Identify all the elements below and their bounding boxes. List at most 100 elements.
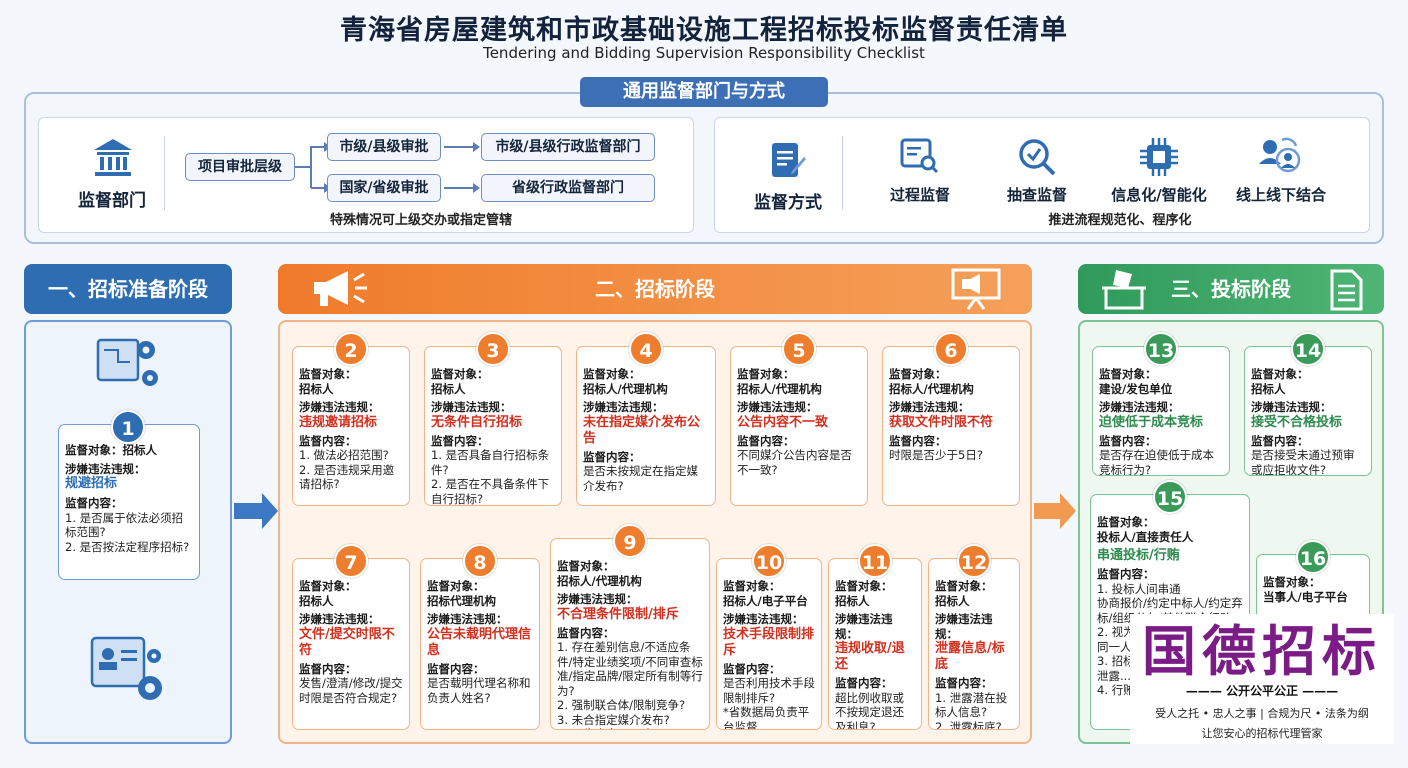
item-number-9: 9 <box>613 524 647 558</box>
item-number-14: 14 <box>1291 332 1325 366</box>
content-line: 发售/澄清/修改/提交时限是否符合规定? <box>299 676 403 705</box>
content-line: 是否载明代理名称和负责人姓名? <box>427 676 531 705</box>
content-line: 超比例收取或不按规定退还及利息? <box>835 690 904 730</box>
document-edit-icon <box>772 143 806 177</box>
content-label: 监督内容： <box>557 625 615 640</box>
content-line: 是否利用技术手段限制排斥? <box>723 676 815 705</box>
violation-value: 未在指定媒介发布公告 <box>583 414 701 446</box>
violation-label: 涉嫌违法违规： <box>431 400 512 414</box>
content-label: 监督内容： <box>1097 567 1155 581</box>
arrow <box>311 183 331 193</box>
item-card-3: 监督对象： 招标人 涉嫌违法违规： 无条件自行招标 监督内容： 1. 是否具备自行招标条件… <box>424 346 562 506</box>
item-number-1: 1 <box>111 410 145 444</box>
violation-label: 涉嫌违法违规： <box>935 612 993 641</box>
violation-label: 涉嫌违法违规： <box>299 400 380 414</box>
method-note: 推进流程规范化、程序化 <box>1048 213 1192 228</box>
content-line: 是否接受未通过预审或应拒收文件? <box>1251 448 1355 476</box>
obj-label: 监督对象： <box>299 579 357 593</box>
violation-value: 公告未载明代理信息 <box>427 626 532 658</box>
watermark-motto: ——— 公开公平公正 ——— <box>1185 684 1339 698</box>
obj-value: 招标人 <box>835 593 870 608</box>
violation-value: 迫使低于成本竞标 <box>1099 414 1204 430</box>
method-4: 线上线下结合 <box>1235 186 1326 204</box>
violation-value: 泄露信息/标底 <box>935 641 1005 672</box>
presentation-board-icon <box>951 268 1001 310</box>
content-line: 3. 未合指定媒介发布? <box>557 712 670 727</box>
content-label: 监督内容： <box>1099 433 1157 448</box>
city-dept-pill: 市级/县级行政监督部门 <box>481 133 655 161</box>
item-card-7: 监督对象： 招标人 涉嫌违法违规： 文件/提交时限不符 监督内容： 发售/澄清/修改/提交… <box>292 558 410 730</box>
arrow <box>444 142 480 152</box>
content-label: 监督内容： <box>299 661 357 676</box>
content-label: 监督内容： <box>299 433 357 448</box>
arrow <box>311 142 331 152</box>
obj-value: 当事人/电子平台 <box>1263 589 1348 604</box>
content-label: 监督内容： <box>583 449 641 464</box>
content-label: 监督内容： <box>1251 433 1309 448</box>
content-label: 监督内容： <box>889 433 947 448</box>
violation-value: 无条件自行招标 <box>431 414 523 430</box>
item-card-10: 监督对象： 招标人/电子平台 涉嫌违法违规： 技术手段限制排斥 监督内容： 是否利用技术手… <box>716 558 822 730</box>
obj-value: 建设/发包单位 <box>1099 381 1173 396</box>
obj-value: 招标人/代理机构 <box>583 381 668 396</box>
item-number-8: 8 <box>463 544 497 578</box>
violation-label: 涉嫌违法违规： <box>557 592 638 606</box>
item-card-8: 监督对象： 招标代理机构 涉嫌违法违规： 公告未载明代理信息 监督内容： 是否载明代理名称… <box>420 558 540 730</box>
content-label: 监督内容： <box>427 661 485 676</box>
item-number-2: 2 <box>334 332 368 366</box>
obj-label: 监督对象： <box>583 367 641 381</box>
item-number-4: 4 <box>629 332 663 366</box>
content-label: 监督内容： <box>431 433 489 448</box>
obj-label: 监督对象： <box>557 559 615 573</box>
content-label: 监督内容： <box>935 676 993 690</box>
obj-value: 投标人/直接责任人 <box>1097 529 1194 544</box>
divider <box>164 136 165 210</box>
content-line: 2. 强制联合体/限制竞争? <box>557 698 686 712</box>
chip-icon <box>1140 138 1178 176</box>
content-line: 不同媒介公告内容是否不一致? <box>737 448 852 477</box>
violation-value: 违规邀请招标 <box>299 414 378 430</box>
content-line: 2. 是否在不具备条件下自行招标? <box>431 477 550 506</box>
dept-label: 监督部门 <box>78 191 146 211</box>
item-number-11: 11 <box>858 544 892 578</box>
content-line: 2. 是否违规采用邀请招标? <box>299 462 395 492</box>
online-offline-people-icon <box>1259 137 1301 173</box>
violation-value: 公告内容不一致 <box>737 414 829 430</box>
flow-arrow <box>234 503 262 519</box>
branch-connector <box>295 166 311 168</box>
violation-label: 涉嫌违法违规： <box>1099 400 1180 414</box>
content-line: 是否存在迫使低于成本竞标行为? <box>1099 448 1214 476</box>
megaphone-icon <box>314 271 367 306</box>
method-label: 监督方式 <box>754 193 822 213</box>
method-2: 抽查监督 <box>1006 186 1067 204</box>
profile-gears-icon <box>90 636 162 700</box>
document-icon <box>1330 269 1363 311</box>
item-number-3: 3 <box>476 332 510 366</box>
divider <box>842 136 843 210</box>
violation-value: 获取文件时限不符 <box>889 414 994 430</box>
item-card-11: 监督对象： 招标人 涉嫌违法违规： 违规收取/退还 监督内容： 超比例收取或不按规定退还及… <box>828 558 922 730</box>
flow-arrow-head <box>1060 493 1076 529</box>
approval-level-pill: 项目审批层级 <box>185 153 295 181</box>
item-card-5: 监督对象： 招标人/代理机构 涉嫌违法违规： 公告内容不一致 监督内容： 不同媒介公告内容… <box>730 346 868 506</box>
obj-label: 监督对象： <box>737 367 795 381</box>
content-line: 1. 是否具备自行招标条件? <box>431 448 550 477</box>
obj-label: 监督对象： <box>835 579 893 593</box>
obj-value: 招标代理机构 <box>427 593 496 608</box>
violation-value: 串通投标/行贿 <box>1097 548 1180 563</box>
content-label: 监督内容： <box>723 661 781 676</box>
violation-label: 涉嫌违法违规： <box>427 612 508 626</box>
stage-tender-header: 二、招标阶段 <box>278 264 1032 314</box>
item-number-10: 10 <box>752 544 786 578</box>
violation-label: 涉嫌违法违规： <box>723 612 804 626</box>
item-card-12: 监督对象： 招标人 涉嫌违法违规： 泄露信息/标底 监督内容： 1. 泄露潜在投标人信息?… <box>928 558 1020 730</box>
obj-value: 招标人/代理机构 <box>557 573 642 588</box>
obj-value: 招标人 <box>299 381 334 396</box>
violation-value: 违规收取/退还 <box>835 641 905 672</box>
flow-arrow-head <box>262 493 278 529</box>
violation-label: 涉嫌违法违规： <box>299 612 380 626</box>
arrow <box>444 183 480 193</box>
obj-value: 招标人 <box>935 593 970 608</box>
obj-label: 监督对象： <box>431 367 489 381</box>
item-number-13: 13 <box>1144 332 1178 366</box>
